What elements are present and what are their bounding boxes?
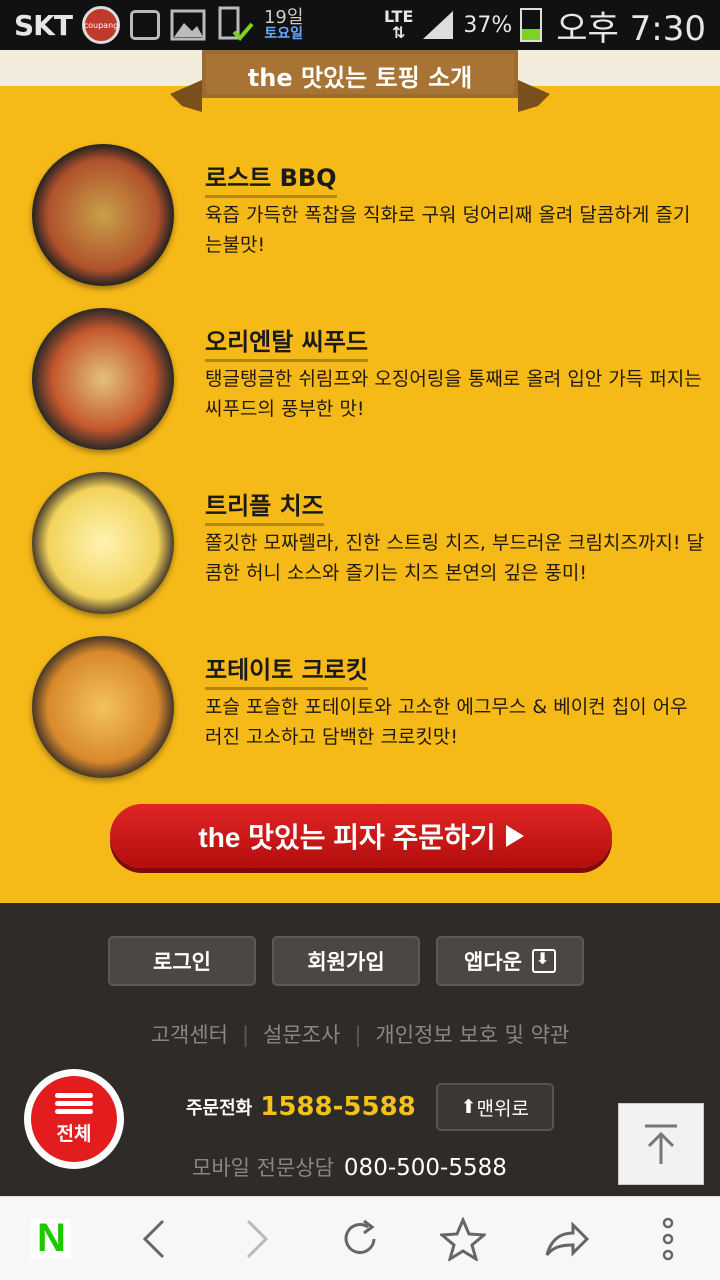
clock: 오후 7:30 <box>556 8 706 49</box>
back-button[interactable] <box>124 1209 184 1269</box>
order-phone-number[interactable]: 1588-5588 <box>260 1092 416 1122</box>
survey-link[interactable]: 설문조사 <box>263 1023 340 1047</box>
carrier-label: SKT <box>14 8 73 42</box>
browser-toolbar: N <box>0 1196 720 1280</box>
order-phone-row: 주문전화 1588-5588 ⬆ 맨위로 <box>186 1083 554 1131</box>
topping-list: 로스트 BBQ 육즙 가득한 폭찹을 직화로 구워 덩어리째 올려 달콤하게 즐… <box>0 140 720 796</box>
more-menu-button[interactable] <box>638 1209 698 1269</box>
mobile-consult-number[interactable]: 080-500-5588 <box>344 1155 507 1181</box>
battery-icon <box>520 8 543 42</box>
app-download-button[interactable]: 앱다운 <box>436 936 584 986</box>
naver-home-button[interactable]: N <box>21 1209 81 1269</box>
footer: 로그인 회원가입 앱다운 고객센터 | 설문조사 | 개인정보 보호 및 약관 전체 주… <box>0 903 720 1196</box>
scroll-to-top-button[interactable] <box>618 1103 704 1185</box>
topping-title: 로스트 BBQ <box>205 158 337 198</box>
topping-description: 쫄깃한 모짜렐라, 진한 스트링 치즈, 부드러운 크림치즈까지! 달콤한 허니… <box>205 532 704 584</box>
reload-button[interactable] <box>330 1209 390 1269</box>
order-pizza-button[interactable]: the 맛있는 피자 주문하기 <box>110 804 612 868</box>
download-icon <box>531 949 556 973</box>
topping-item: 트리플 치즈 쫄깃한 모짜렐라, 진한 스트링 치즈, 부드러운 크림치즈까지!… <box>0 468 720 632</box>
forward-arrow-icon <box>247 1219 269 1258</box>
date-day: 19일 <box>263 7 304 28</box>
notes-icon <box>129 10 160 40</box>
all-menu-label: 전체 <box>56 1122 92 1145</box>
gallery-icon <box>170 9 206 41</box>
signup-label: 회원가입 <box>307 950 385 974</box>
topping-description: 육즙 가득한 폭찹을 직화로 구워 덩어리째 올려 달콤하게 즐기는불맛! <box>205 204 691 256</box>
up-arrow-icon: ⬆ <box>460 1096 477 1118</box>
mobile-consult-row: 모바일 전문상담 080-500-5588 <box>192 1152 507 1182</box>
mobile-consult-label: 모바일 전문상담 <box>192 1156 334 1180</box>
topping-description: 포슬 포슬한 포테이토와 고소한 에그무스 & 베이컨 칩이 어우러진 고소하고… <box>205 696 688 748</box>
signup-button[interactable]: 회원가입 <box>272 936 420 986</box>
coupang-app-icon: coupang <box>81 6 120 44</box>
network-type: LTE <box>383 7 414 26</box>
topping-item: 로스트 BBQ 육즙 가득한 폭찹을 직화로 구워 덩어리째 올려 달콤하게 즐… <box>0 140 720 304</box>
signal-icon <box>423 11 454 39</box>
lte-indicator: LTE ⇅ <box>383 7 414 42</box>
calendar-date: 19일 토요일 <box>263 7 304 42</box>
forward-button[interactable] <box>227 1209 287 1269</box>
topping-title: 트리플 치즈 <box>205 486 324 526</box>
topping-section: the 맛있는 토핑 소개 로스트 BBQ 육즙 가득한 폭찹을 직화로 구워 … <box>0 50 720 903</box>
order-button-label: the 맛있는 피자 주문하기 <box>198 822 496 853</box>
app-download-label: 앱다운 <box>464 950 522 974</box>
share-arrow-icon <box>545 1220 589 1257</box>
footer-links: 고객센터 | 설문조사 | 개인정보 보호 및 약관 <box>0 1019 720 1049</box>
section-title: the 맛있는 토핑 소개 <box>247 64 473 92</box>
all-menu-button[interactable]: 전체 <box>24 1069 124 1169</box>
bookmark-button[interactable] <box>433 1209 493 1269</box>
arrow-up-icon <box>645 1124 677 1164</box>
customer-center-link[interactable]: 고객센터 <box>151 1023 228 1047</box>
naver-logo-icon: N <box>31 1216 72 1260</box>
login-button[interactable]: 로그인 <box>108 936 256 986</box>
back-arrow-icon <box>143 1219 165 1258</box>
to-top-label: 맨위로 <box>476 1097 529 1120</box>
share-button[interactable] <box>536 1209 596 1269</box>
privacy-terms-link[interactable]: 개인정보 보호 및 약관 <box>375 1023 569 1047</box>
topping-description: 탱글탱글한 쉬림프와 오징어링을 통째로 올려 입안 가득 퍼지는 씨푸드의 풍… <box>205 368 702 420</box>
topping-item: 오리엔탈 씨푸드 탱글탱글한 쉬림프와 오징어링을 통째로 올려 입안 가득 퍼… <box>0 304 720 468</box>
hamburger-icon <box>55 1092 93 1098</box>
device-check-icon <box>218 6 254 41</box>
cheese-pizza-image <box>32 472 174 614</box>
divider: | <box>241 1023 250 1047</box>
divider: | <box>354 1023 362 1047</box>
status-bar: SKT coupang 19일 토요일 LTE ⇅ 37% 오후 7:30 <box>0 0 720 50</box>
play-arrow-icon <box>505 825 524 847</box>
potato-pizza-image <box>32 636 174 778</box>
topping-title: 오리엔탈 씨푸드 <box>205 322 368 362</box>
star-icon <box>439 1216 486 1261</box>
reload-icon <box>344 1219 376 1254</box>
all-menu-inner: 전체 <box>31 1076 117 1162</box>
hamburger-line <box>55 1108 93 1114</box>
to-top-button[interactable]: ⬆ 맨위로 <box>435 1083 554 1131</box>
bbq-pizza-image <box>32 144 174 286</box>
footer-button-row: 로그인 회원가입 앱다운 <box>108 936 584 986</box>
date-weekday: 토요일 <box>264 26 304 42</box>
login-label: 로그인 <box>153 950 211 974</box>
section-ribbon: the 맛있는 토핑 소개 <box>170 50 550 112</box>
hamburger-line <box>55 1100 93 1106</box>
topping-title: 포테이토 크로킷 <box>205 650 368 690</box>
order-phone-label: 주문전화 <box>186 1098 253 1119</box>
topping-item: 포테이토 크로킷 포슬 포슬한 포테이토와 고소한 에그무스 & 베이컨 칩이 … <box>0 632 720 796</box>
seafood-pizza-image <box>32 308 174 450</box>
battery-percent: 37% <box>463 12 513 38</box>
more-dots-icon <box>663 1217 674 1260</box>
